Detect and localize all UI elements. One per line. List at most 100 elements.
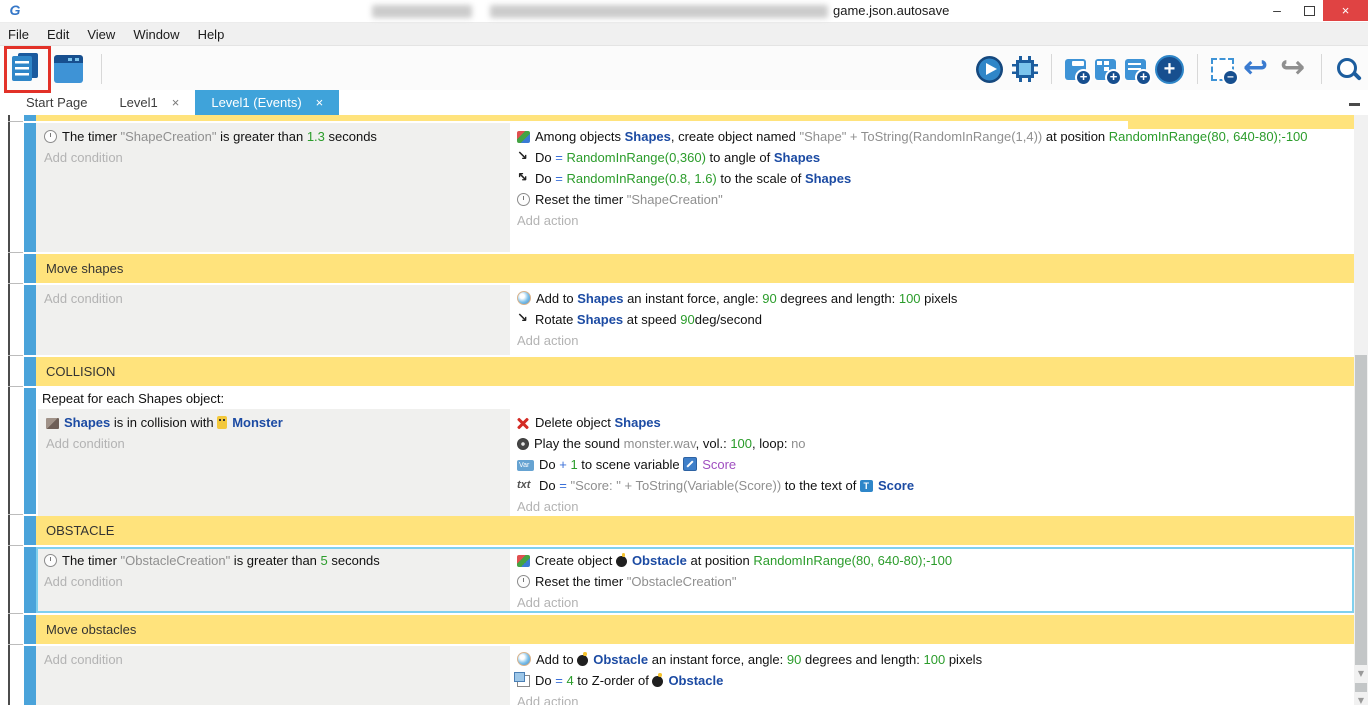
event-handle-bar[interactable] — [24, 547, 36, 613]
add-condition-placeholder[interactable]: Add condition — [36, 649, 510, 670]
add-condition-placeholder[interactable]: Add condition — [36, 571, 510, 592]
event-handle-bar[interactable] — [24, 254, 36, 283]
tab-close-icon[interactable]: × — [316, 95, 324, 110]
add-action-placeholder[interactable]: Add action — [510, 496, 1354, 517]
actions-column: Add to Shapes an instant force, angle: 9… — [510, 285, 1354, 355]
add-action-placeholder[interactable]: Add action — [510, 210, 1354, 231]
action-line[interactable]: Do = "Score: " + ToString(Variable(Score… — [510, 475, 1354, 496]
tab-start-page[interactable]: Start Page — [10, 90, 103, 115]
scrollbar-thumb[interactable] — [1355, 355, 1367, 665]
text-segment: , vol.: — [696, 436, 731, 451]
foreach-header[interactable]: Repeat for each Shapes object: — [36, 388, 1354, 409]
condition-line[interactable]: The timer "ShapeCreation" is greater tha… — [36, 126, 510, 147]
text-segment: to the text of — [781, 478, 860, 493]
text-segment: Reset the timer — [535, 192, 627, 207]
redo-button[interactable] — [1280, 56, 1308, 82]
event-handle-bar[interactable] — [24, 646, 36, 705]
action-line[interactable]: Do = 4 to Z-order of Obstacle — [510, 670, 1354, 691]
foreach-event[interactable]: Repeat for each Shapes object: Shapes is … — [24, 388, 1354, 514]
event-handle-bar[interactable] — [24, 516, 36, 545]
action-line[interactable]: Rotate Shapes at speed 90deg/second — [510, 309, 1354, 330]
add-action-placeholder[interactable]: Add action — [510, 592, 1354, 613]
menu-item-window[interactable]: Window — [133, 27, 189, 42]
zorder-icon — [517, 675, 530, 687]
menu-item-edit[interactable]: Edit — [47, 27, 79, 42]
tab-close-icon[interactable]: × — [172, 95, 180, 110]
menu-item-file[interactable]: File — [8, 27, 39, 42]
maximize-button[interactable] — [1294, 0, 1324, 21]
tab-label: Start Page — [26, 95, 87, 110]
text-segment: 5 — [321, 553, 328, 568]
tab-level1-events-[interactable]: Level1 (Events)× — [195, 90, 339, 115]
text-segment: is greater than — [216, 129, 306, 144]
action-line[interactable]: Do = RandomInRange(0.8, 1.6) to the scal… — [510, 168, 1354, 189]
standard-event[interactable]: Add conditionAdd to Obstacle an instant … — [24, 646, 1354, 705]
search-button[interactable] — [1335, 56, 1362, 83]
action-line[interactable]: Add to Obstacle an instant force, angle:… — [510, 649, 1354, 670]
window-title: game.json.autosave — [833, 3, 949, 18]
menu-item-help[interactable]: Help — [198, 27, 235, 42]
action-line[interactable]: Add to Shapes an instant force, angle: 9… — [510, 288, 1354, 309]
text-segment: Do — [535, 150, 555, 165]
text-segment: 1 — [570, 457, 577, 472]
close-button[interactable]: × — [1323, 0, 1368, 21]
undo-button[interactable] — [1243, 56, 1271, 82]
action-line[interactable]: Delete object Shapes — [510, 412, 1354, 433]
event-handle-bar[interactable] — [24, 123, 36, 252]
action-line[interactable]: Play the sound monster.wav, vol.: 100, l… — [510, 433, 1354, 454]
condition-line[interactable]: The timer "ObstacleCreation" is greater … — [36, 550, 510, 571]
scrollbar-down-arrow[interactable]: ▼ — [1354, 669, 1368, 678]
add-subevent-button[interactable] — [1095, 59, 1116, 80]
debug-button[interactable] — [1012, 56, 1038, 82]
text-segment: Score — [878, 478, 914, 493]
event-handle-bar[interactable] — [24, 285, 36, 355]
add-condition-placeholder[interactable]: Add condition — [36, 147, 510, 168]
add-comment-button[interactable] — [1125, 59, 1146, 80]
title-bar: G game.json.autosave – × — [0, 0, 1368, 23]
event-handle-bar[interactable] — [24, 115, 36, 121]
text-segment: "Shape" + ToString(RandomInRange(1,4)) — [800, 129, 1043, 144]
text-segment: Do — [539, 457, 559, 472]
group-header-label: Move obstacles — [36, 615, 1354, 644]
tab-level1[interactable]: Level1× — [103, 90, 195, 115]
add-action-placeholder[interactable]: Add action — [510, 691, 1354, 705]
action-line[interactable]: Reset the timer "ObstacleCreation" — [510, 571, 1354, 592]
scrollbar-down-arrow[interactable]: ▼ — [1354, 696, 1368, 705]
vertical-scrollbar[interactable]: ▼ ▼ — [1354, 115, 1368, 705]
text-segment: Shapes — [805, 171, 851, 186]
add-condition-placeholder[interactable]: Add condition — [38, 433, 510, 454]
add-event-button[interactable] — [1065, 59, 1086, 80]
event-handle-bar[interactable] — [24, 388, 36, 514]
action-line[interactable]: Create object Obstacle at position Rando… — [510, 550, 1354, 571]
text-segment: "ShapeCreation" — [121, 129, 217, 144]
scene-editor-button[interactable] — [54, 55, 83, 83]
action-line[interactable]: Reset the timer "ShapeCreation" — [510, 189, 1354, 210]
add-condition-placeholder[interactable]: Add condition — [36, 288, 510, 309]
event-handle-bar[interactable] — [24, 357, 36, 386]
group-header-move-obstacles[interactable]: Move obstacles — [24, 615, 1354, 644]
remove-selection-button[interactable] — [1211, 58, 1234, 81]
action-line[interactable]: Among objects Shapes, create object name… — [510, 126, 1354, 147]
scrollbar-thumb-secondary[interactable] — [1355, 683, 1367, 692]
menu-item-view[interactable]: View — [87, 27, 125, 42]
action-line[interactable]: Do + 1 to scene variable Score — [510, 454, 1354, 475]
standard-event[interactable]: Add conditionAdd to Shapes an instant fo… — [24, 285, 1354, 355]
text-segment: Shapes — [615, 415, 661, 430]
action-line[interactable]: Do = RandomInRange(0,360) to angle of Sh… — [510, 147, 1354, 168]
standard-event-selected[interactable]: The timer "ObstacleCreation" is greater … — [24, 547, 1354, 613]
text-segment: RandomInRange(80, 640-80);-100 — [753, 553, 952, 568]
add-action-placeholder[interactable]: Add action — [510, 330, 1354, 351]
minimize-button[interactable]: – — [1262, 0, 1292, 21]
add-new-button[interactable] — [1155, 55, 1184, 84]
condition-line[interactable]: Shapes is in collision with Monster — [38, 412, 510, 433]
text-segment: seconds — [325, 129, 377, 144]
group-header-move-shapes[interactable]: Move shapes — [24, 254, 1354, 283]
group-header-obstacle[interactable]: OBSTACLE — [24, 516, 1354, 545]
preview-play-button[interactable] — [976, 56, 1003, 83]
event-handle-bar[interactable] — [24, 615, 36, 644]
group-header-collision[interactable]: COLLISION — [24, 357, 1354, 386]
text-segment: Add to — [536, 652, 577, 667]
splitter-handle[interactable] — [1349, 103, 1360, 106]
actions-column: Create object Obstacle at position Rando… — [510, 547, 1354, 613]
standard-event[interactable]: The timer "ShapeCreation" is greater tha… — [24, 123, 1354, 252]
